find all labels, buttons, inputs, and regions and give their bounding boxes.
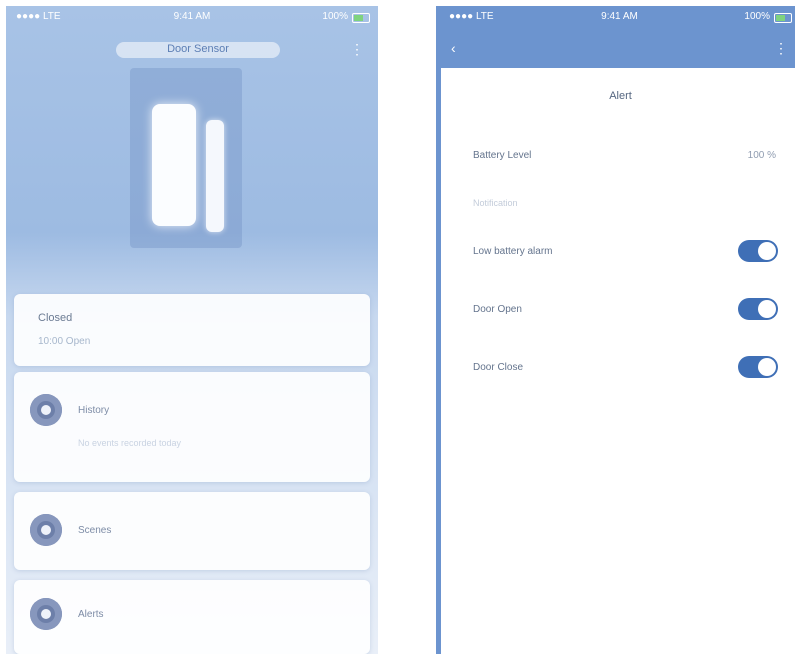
device-title-text: Door Sensor bbox=[167, 43, 229, 55]
sheet-title: Alert bbox=[609, 90, 632, 102]
alert-settings-screen: ●●●● LTE 9:41 AM 100% ‹ ⋮ Alert Battery … bbox=[436, 6, 795, 654]
scenes-label: Scenes bbox=[78, 525, 112, 536]
device-image bbox=[130, 68, 242, 248]
history-label: History bbox=[78, 405, 110, 416]
alerts-label: Alerts bbox=[78, 609, 104, 620]
scenes-row[interactable]: Scenes bbox=[14, 492, 370, 570]
door-open-label: Door Open bbox=[473, 304, 522, 315]
battery-percent: 100% bbox=[744, 11, 770, 22]
low-battery-alarm-label: Low battery alarm bbox=[473, 246, 553, 257]
door-close-toggle[interactable] bbox=[738, 356, 778, 378]
device-screen: ●●●● LTE 9:41 AM 100% Door Sensor ⋮ Clos… bbox=[6, 6, 378, 654]
battery-level-label: Battery Level bbox=[473, 150, 532, 161]
toggle-knob bbox=[758, 242, 776, 260]
toggle-knob bbox=[758, 300, 776, 318]
alerts-row[interactable]: Alerts bbox=[14, 580, 370, 654]
more-icon[interactable]: ⋮ bbox=[774, 40, 788, 57]
door-open-toggle[interactable] bbox=[738, 298, 778, 320]
history-icon bbox=[30, 394, 62, 426]
scenes-icon bbox=[30, 514, 62, 546]
notification-section-label: Notification bbox=[473, 198, 518, 208]
back-icon[interactable]: ‹ bbox=[451, 40, 456, 56]
sensor-body bbox=[152, 104, 196, 226]
battery-icon bbox=[352, 13, 370, 23]
more-icon[interactable]: ⋮ bbox=[350, 41, 364, 58]
history-subtitle: No events recorded today bbox=[78, 438, 182, 448]
status-time: 9:41 AM bbox=[601, 11, 638, 22]
low-battery-alarm-toggle[interactable] bbox=[738, 240, 778, 262]
alerts-icon bbox=[30, 598, 62, 630]
device-title: Door Sensor bbox=[116, 42, 280, 58]
status-bar: ●●●● LTE 9:41 AM 100% bbox=[6, 6, 378, 28]
door-close-label: Door Close bbox=[473, 362, 524, 373]
sensor-magnet bbox=[206, 120, 224, 232]
toggle-knob bbox=[758, 358, 776, 376]
last-event: 10:00 Open bbox=[38, 336, 91, 347]
battery-icon bbox=[774, 13, 792, 23]
battery-level-value: 100 % bbox=[747, 150, 776, 161]
history-row[interactable]: History No events recorded today bbox=[14, 372, 370, 482]
status-card: Closed 10:00 Open bbox=[14, 294, 370, 366]
door-state: Closed bbox=[38, 312, 73, 324]
header-bar: ●●●● LTE 9:41 AM 100% ‹ ⋮ bbox=[441, 6, 795, 68]
settings-sheet: Alert Battery Level 100 % Notification L… bbox=[443, 68, 795, 654]
battery-percent: 100% bbox=[322, 11, 348, 22]
